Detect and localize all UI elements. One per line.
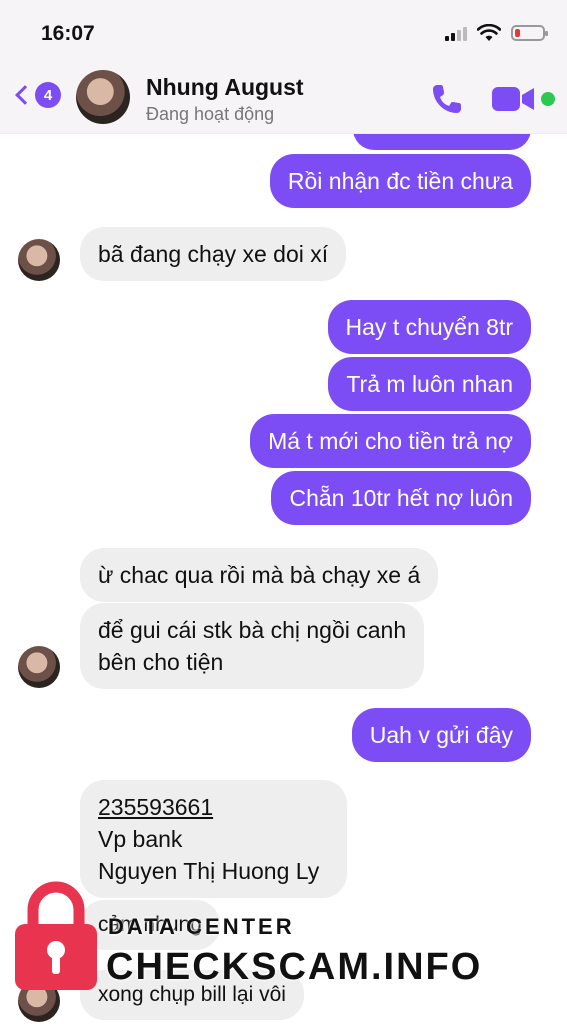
contact-name[interactable]: Nhung August — [146, 74, 304, 101]
message-bubble-partial[interactable] — [353, 134, 531, 150]
chat-header: 4 Nhung August Đang hoạt động — [0, 62, 567, 134]
message-line: bên cho tiện — [98, 649, 224, 675]
watermark-title: CHECKSCAM.INFO — [106, 946, 483, 988]
message-bubble-outgoing[interactable]: Má t mới cho tiền trả nợ — [250, 414, 531, 468]
status-bar: 16:07 — [0, 0, 567, 62]
message-line: Nguyen Thị Huong Ly — [98, 858, 320, 884]
status-time: 16:07 — [41, 22, 95, 45]
message-line: để gui cái stk bà chị ngồi canh — [98, 617, 407, 643]
contact-avatar[interactable] — [76, 70, 130, 124]
cellular-signal-icon — [445, 25, 467, 41]
message-bubble-outgoing[interactable]: Rồi nhận đc tiền chưa — [269, 154, 531, 208]
message-bubble-incoming[interactable]: 235593661 Vp bank Nguyen Thị Huong Ly — [80, 780, 348, 898]
message-bubble-outgoing[interactable]: Trả m luôn nhan — [328, 357, 531, 411]
online-indicator — [541, 92, 555, 106]
message-bubble-incoming[interactable]: bã đang chạy xe doi xí — [80, 227, 347, 281]
padlock-icon — [15, 881, 97, 990]
video-call-icon[interactable] — [490, 84, 536, 114]
message-bubble-outgoing[interactable]: Hay t chuyển 8tr — [327, 300, 531, 354]
phone-call-icon[interactable] — [428, 80, 466, 118]
message-line: Vp bank — [98, 826, 183, 852]
message-bubble-incoming[interactable]: để gui cái stk bà chị ngồi canh bên cho … — [80, 603, 425, 689]
watermark-subtitle: DATA CENTER — [108, 914, 295, 939]
back-button[interactable]: 4 — [12, 82, 61, 108]
contact-avatar-small — [18, 239, 60, 281]
contact-avatar-small — [18, 646, 60, 688]
message-bubble-outgoing[interactable]: Chẵn 10tr hết nợ luôn — [271, 471, 531, 525]
message-bubble-outgoing[interactable]: Uah v gửi đây — [351, 708, 531, 762]
wifi-icon — [477, 24, 501, 41]
unread-badge: 4 — [35, 82, 61, 108]
battery-icon — [511, 25, 548, 41]
contact-status: Đang hoạt động — [146, 104, 275, 124]
message-bubble-incoming[interactable]: ừ chac qua rồi mà bà chạy xe á — [80, 548, 439, 602]
account-number-link[interactable]: 235593661 — [98, 791, 319, 823]
chevron-left-icon — [15, 85, 35, 105]
status-icons — [445, 24, 548, 42]
